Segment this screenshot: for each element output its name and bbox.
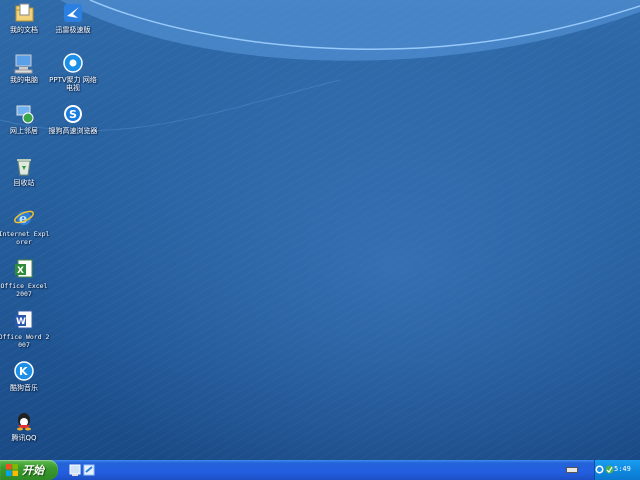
word-icon: W bbox=[13, 309, 35, 331]
icon-label: Office Excel 2007 bbox=[0, 282, 48, 298]
windows-flag-icon bbox=[6, 464, 18, 476]
desktop-icon-recycle-bin[interactable]: 回收站 bbox=[0, 155, 50, 187]
network-places-icon bbox=[13, 103, 35, 125]
desktop-icon-kugou[interactable]: K 酷狗音乐 bbox=[0, 360, 50, 392]
icon-label: 迅雷极速版 bbox=[55, 26, 91, 34]
desktop-icon-word[interactable]: W Office Word 2007 bbox=[0, 309, 50, 349]
svg-text:K: K bbox=[19, 365, 28, 378]
icon-label: 回收站 bbox=[13, 179, 35, 187]
desktop[interactable]: 我的文档 迅雷极速版 我的电脑 PPTV聚力 网络电视 网上邻居 S 搜狗高速浏… bbox=[0, 0, 640, 460]
desktop-icon-my-documents[interactable]: 我的文档 bbox=[0, 2, 50, 34]
desktop-icon-my-computer[interactable]: 我的电脑 bbox=[0, 52, 50, 84]
quicklaunch-show-desktop-icon[interactable] bbox=[68, 463, 82, 477]
recycle-bin-icon bbox=[13, 155, 35, 177]
icon-label: 搜狗高速浏览器 bbox=[48, 127, 98, 135]
tray-app-icon[interactable] bbox=[595, 465, 604, 474]
clock[interactable]: 5:49 bbox=[614, 465, 631, 473]
start-label: 开始 bbox=[22, 464, 44, 477]
quicklaunch-browser-icon[interactable] bbox=[82, 463, 96, 477]
taskbar: 开始 5:49 bbox=[0, 460, 640, 480]
kugou-icon: K bbox=[13, 360, 35, 382]
icon-label: 酷狗音乐 bbox=[10, 384, 38, 392]
desktop-icon-qq[interactable]: 腾讯QQ bbox=[0, 410, 50, 442]
desktop-icon-pptv[interactable]: PPTV聚力 网络电视 bbox=[47, 52, 99, 92]
icon-label: 我的电脑 bbox=[10, 76, 38, 84]
thunder-icon bbox=[62, 2, 84, 24]
keyboard-icon[interactable] bbox=[566, 467, 578, 473]
pptv-icon bbox=[62, 52, 84, 74]
qq-icon bbox=[13, 410, 35, 432]
icon-label: PPTV聚力 网络电视 bbox=[49, 76, 97, 92]
sogou-browser-icon: S bbox=[62, 103, 84, 125]
icon-label: 网上邻居 bbox=[10, 127, 38, 135]
start-button[interactable]: 开始 bbox=[0, 460, 58, 480]
icon-label: 我的文档 bbox=[10, 26, 38, 34]
my-documents-icon bbox=[13, 2, 35, 24]
desktop-icon-sogou-browser[interactable]: S 搜狗高速浏览器 bbox=[47, 103, 99, 135]
svg-text:X: X bbox=[17, 266, 24, 276]
svg-text:W: W bbox=[16, 317, 26, 327]
excel-icon: X bbox=[13, 258, 35, 280]
svg-text:S: S bbox=[69, 108, 77, 121]
icon-label: 腾讯QQ bbox=[11, 434, 37, 442]
desktop-icon-excel[interactable]: X Office Excel 2007 bbox=[0, 258, 50, 298]
tray-network-icon[interactable] bbox=[605, 465, 614, 474]
desktop-icon-network-places[interactable]: 网上邻居 bbox=[0, 103, 50, 135]
icon-label: Office Word 2007 bbox=[0, 333, 50, 349]
icon-label: Internet Explorer bbox=[0, 230, 50, 246]
internet-explorer-icon: e bbox=[13, 206, 35, 228]
desktop-icon-thunder[interactable]: 迅雷极速版 bbox=[47, 2, 99, 34]
desktop-icon-internet-explorer[interactable]: e Internet Explorer bbox=[0, 206, 50, 246]
my-computer-icon bbox=[13, 52, 35, 74]
